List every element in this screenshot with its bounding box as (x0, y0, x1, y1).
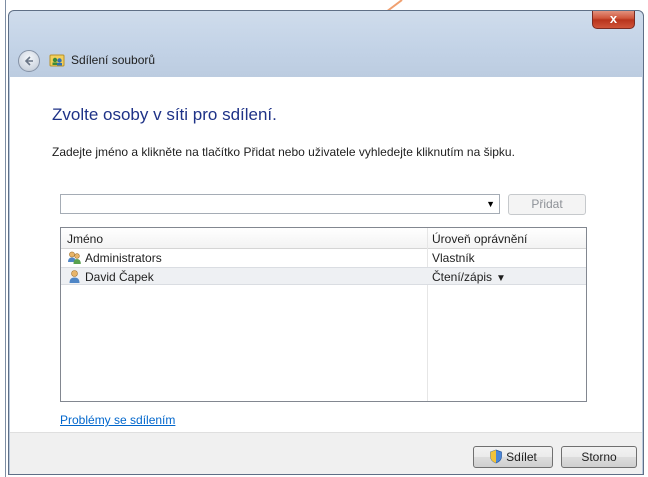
share-button-label: Sdílet (506, 450, 537, 464)
dialog-footer: Sdílet Storno (10, 432, 642, 474)
page-heading: Zvolte osoby v síti pro sdílení. (52, 105, 277, 124)
list-header: Jméno Úroveň oprávnění (61, 228, 586, 249)
window-border-left (0, 0, 8, 477)
share-button[interactable]: Sdílet (473, 446, 553, 468)
group-users-icon (68, 251, 81, 264)
row-permission: Vlastník (432, 251, 475, 265)
close-button[interactable]: x (592, 11, 635, 29)
row-user-name: David Čapek (85, 270, 154, 284)
sharing-users-list: Jméno Úroveň oprávnění Administrators Vl… (60, 227, 587, 402)
dialog-content: Zvolte osoby v síti pro sdílení. Zadejte… (10, 77, 642, 432)
column-header-permission[interactable]: Úroveň oprávnění (432, 232, 527, 246)
row-user-name: Administrators (85, 251, 162, 265)
user-combobox[interactable]: ▼ (60, 194, 500, 214)
uac-shield-icon (490, 449, 503, 464)
user-name-input[interactable] (63, 196, 477, 214)
permission-dropdown[interactable]: Čtení/zápis ▼ (432, 270, 506, 284)
dropdown-arrow-icon[interactable]: ▼ (496, 273, 506, 284)
dialog-title: Sdílení souborů (71, 53, 156, 67)
file-sharing-icon (49, 54, 65, 67)
list-item[interactable]: Administrators Vlastník (61, 249, 586, 267)
row-permission: Čtení/zápis (432, 270, 493, 284)
list-item-selected[interactable]: David Čapek Čtení/zápis ▼ (61, 267, 586, 285)
file-sharing-dialog: x Sdílení souborů Zvolte osoby v síti pr… (8, 10, 644, 475)
sharing-problems-link[interactable]: Problémy se sdílením (60, 413, 175, 427)
column-header-name[interactable]: Jméno (67, 232, 103, 246)
instruction-text: Zadejte jméno a klikněte na tlačítko Při… (52, 145, 515, 159)
dropdown-arrow-icon[interactable]: ▼ (486, 199, 495, 209)
back-arrow-icon (24, 56, 33, 66)
dialog-header: Sdílení souborů (9, 45, 643, 77)
add-button[interactable]: Přidat (508, 194, 586, 215)
back-button[interactable] (18, 50, 40, 72)
user-icon (69, 270, 80, 283)
cancel-button[interactable]: Storno (561, 446, 637, 468)
